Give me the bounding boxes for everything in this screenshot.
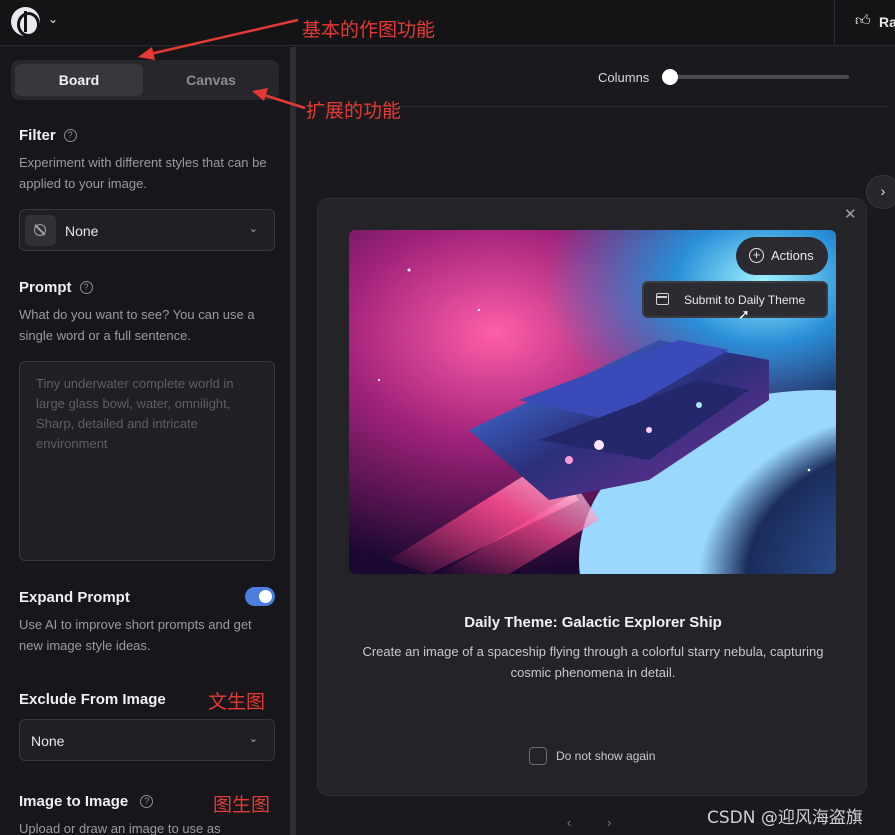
annotation-arrows [138,18,306,110]
annotation-text-to-image: 文生图 [208,691,266,713]
annotation-extended: 扩展的功能 [306,100,402,122]
annotation-basic: 基本的作图功能 [302,19,436,41]
annotation-image-to-image: 图生图 [213,794,271,816]
watermark: CSDN @迎风海盗旗 [707,808,863,828]
